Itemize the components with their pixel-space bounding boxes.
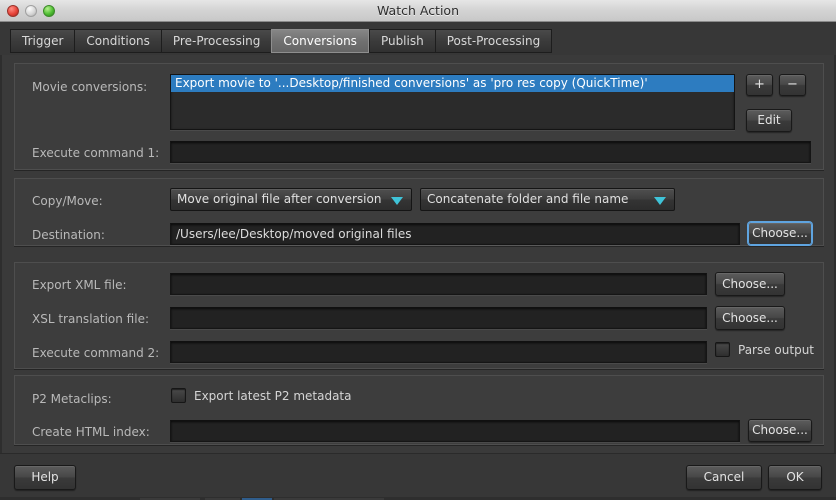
export-p2-metadata-row[interactable]: Export latest P2 metadata — [171, 388, 352, 403]
tab-trigger[interactable]: Trigger — [10, 29, 74, 53]
execute-command-1-label: Execute command 1: — [32, 145, 159, 161]
tab-conditions[interactable]: Conditions — [74, 29, 161, 53]
destination-label: Destination: — [32, 227, 105, 243]
copy-move-group: Copy/Move: Move original file after conv… — [14, 178, 824, 246]
cancel-button[interactable]: Cancel — [686, 465, 762, 490]
tab-publish[interactable]: Publish — [369, 29, 435, 53]
copy-move-mode-value: Move original file after conversion — [177, 192, 381, 206]
xsl-translation-label: XSL translation file: — [32, 311, 149, 327]
help-button[interactable]: Help — [14, 465, 76, 490]
create-html-index-input[interactable] — [170, 420, 740, 442]
execute-command-2-label: Execute command 2: — [32, 345, 159, 361]
ok-button[interactable]: OK — [768, 465, 822, 490]
watch-action-window: Watch Action Trigger Conditions Pre-Proc… — [0, 0, 836, 500]
export-xml-choose-button[interactable]: Choose... — [715, 272, 785, 296]
export-xml-label: Export XML file: — [32, 277, 127, 293]
export-p2-metadata-label: Export latest P2 metadata — [194, 389, 352, 403]
chevron-down-icon — [391, 197, 403, 205]
add-conversion-button[interactable]: + — [746, 74, 773, 96]
xsl-translation-choose-button[interactable]: Choose... — [715, 306, 785, 330]
p2-metaclips-group: P2 Metaclips: Export latest P2 metadata … — [14, 375, 824, 445]
tab-conversions[interactable]: Conversions — [271, 29, 369, 53]
destination-choose-button[interactable]: Choose... — [748, 222, 812, 245]
export-p2-metadata-checkbox[interactable] — [171, 388, 186, 403]
tab-post-processing[interactable]: Post-Processing — [435, 29, 553, 53]
execute-command-1-input[interactable] — [170, 141, 811, 163]
title-bar: Watch Action — [0, 0, 836, 22]
copy-move-mode-select[interactable]: Move original file after conversion — [170, 188, 412, 211]
execute-command-2-input[interactable] — [170, 341, 707, 363]
create-html-index-choose-button[interactable]: Choose... — [748, 419, 812, 442]
naming-mode-select[interactable]: Concatenate folder and file name — [420, 188, 675, 211]
conversions-panel: Movie conversions: Export movie to '...D… — [0, 55, 836, 453]
copy-move-label: Copy/Move: — [32, 193, 103, 209]
xml-export-group: Export XML file: Choose... XSL translati… — [14, 262, 824, 369]
window-title: Watch Action — [0, 0, 836, 21]
parse-output-checkbox-row[interactable]: Parse output — [715, 342, 814, 357]
remove-conversion-button[interactable]: − — [779, 74, 806, 96]
chevron-down-icon — [654, 197, 666, 205]
destination-input[interactable]: /Users/lee/Desktop/moved original files — [170, 223, 740, 245]
tab-strip: Trigger Conditions Pre-Processing Conver… — [0, 22, 836, 55]
movie-conversions-list[interactable]: Export movie to '...Desktop/finished con… — [170, 74, 735, 130]
list-item[interactable]: Export movie to '...Desktop/finished con… — [171, 75, 734, 92]
movie-conversions-group: Movie conversions: Export movie to '...D… — [14, 63, 824, 170]
movie-conversions-label: Movie conversions: — [32, 79, 147, 95]
edit-conversion-button[interactable]: Edit — [746, 109, 792, 132]
naming-mode-value: Concatenate folder and file name — [427, 192, 628, 206]
parse-output-checkbox[interactable] — [715, 342, 730, 357]
p2-metaclips-label: P2 Metaclips: — [32, 391, 112, 407]
dialog-footer: Help Cancel OK — [0, 453, 836, 497]
export-xml-input[interactable] — [170, 273, 707, 295]
tab-pre-processing[interactable]: Pre-Processing — [161, 29, 272, 53]
create-html-index-label: Create HTML index: — [32, 424, 150, 440]
parse-output-label: Parse output — [738, 343, 814, 357]
xsl-translation-input[interactable] — [170, 307, 707, 329]
